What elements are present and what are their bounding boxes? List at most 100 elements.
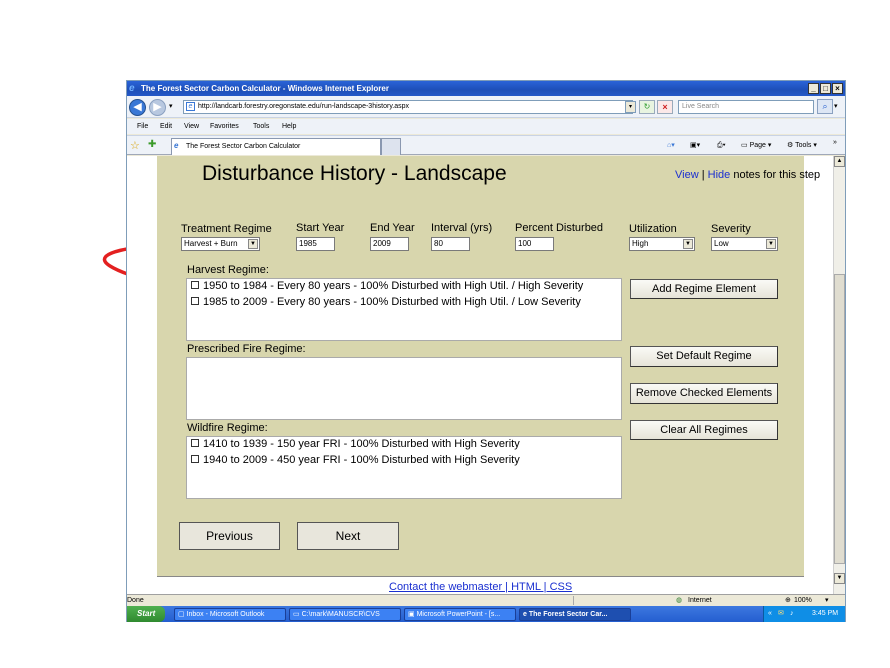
title-bar: The Forest Sector Carbon Calculator - Wi… (127, 81, 845, 96)
chevron-right-icon[interactable]: » (833, 136, 837, 150)
harvest-regime-list: 1950 to 1984 - Every 80 years - 100% Dis… (186, 278, 622, 341)
previous-button[interactable]: Previous (179, 522, 280, 550)
zoom-dropdown-icon[interactable]: ▾ (825, 595, 829, 606)
taskbar-item-ie[interactable]: e The Forest Sector Car... (519, 608, 631, 621)
scroll-thumb[interactable] (834, 274, 845, 564)
close-button[interactable]: × (832, 83, 843, 94)
notes-text: notes for this step (733, 169, 821, 181)
harvest-entry-text: 1950 to 1984 - Every 80 years - 100% Dis… (203, 280, 584, 292)
interval-input[interactable]: 80 (431, 237, 470, 251)
vertical-scrollbar[interactable]: ▲ ▼ (833, 156, 845, 594)
clock: 3:45 PM (812, 610, 839, 617)
search-icon[interactable]: ⌕ (817, 99, 833, 114)
add-favorite-icon[interactable]: ✚ (148, 139, 156, 150)
next-button[interactable]: Next (297, 522, 399, 550)
status-panels (573, 596, 673, 605)
refresh-icon[interactable]: ↻ (639, 100, 655, 114)
list-item: 1950 to 1984 - Every 80 years - 100% Dis… (191, 280, 583, 293)
print-icon[interactable]: ⎙▾ (717, 139, 726, 153)
checkbox[interactable] (191, 281, 199, 289)
wildfire-regime-list: 1410 to 1939 - 150 year FRI - 100% Distu… (186, 436, 622, 499)
list-item: 1940 to 2009 - 450 year FRI - 100% Distu… (191, 454, 520, 467)
menu-help[interactable]: Help (282, 119, 296, 134)
fire-regime-title: Prescribed Fire Regime: (187, 343, 306, 355)
address-dropdown-icon[interactable]: ▾ (625, 101, 636, 113)
zoom-level[interactable]: 100% (794, 595, 812, 606)
start-button[interactable]: Start (127, 606, 165, 622)
scroll-down-icon[interactable]: ▼ (834, 573, 845, 584)
set-default-regime-button[interactable]: Set Default Regime (630, 346, 778, 367)
severity-select[interactable]: Low ▼ (711, 237, 778, 251)
fire-regime-list (186, 357, 622, 420)
page-content: Disturbance History - Landscape View | H… (127, 156, 833, 594)
link-separator: | (701, 169, 705, 181)
page-icon: e (186, 102, 195, 111)
zoom-icon: ⊕ (785, 597, 791, 604)
status-text: Done (127, 597, 144, 604)
tray-speaker-icon[interactable]: ♪ (790, 606, 794, 622)
remove-checked-button[interactable]: Remove Checked Elements (630, 383, 778, 404)
chevron-down-icon: ▼ (248, 239, 258, 249)
new-tab-button[interactable] (381, 138, 401, 155)
menu-view[interactable]: View (184, 119, 199, 134)
start-year-input[interactable]: 1985 (296, 237, 335, 251)
search-input[interactable]: Live Search (678, 100, 814, 114)
tray-mail-icon[interactable]: ✉ (778, 606, 784, 622)
stop-icon[interactable]: × (657, 100, 673, 114)
percent-disturbed-input[interactable]: 100 (515, 237, 554, 251)
taskbar-item-powerpoint[interactable]: ▣ Microsoft PowerPoint - [s... (404, 608, 516, 621)
favorites-star-icon[interactable]: ☆ (130, 139, 140, 152)
severity-label: Severity (711, 223, 751, 235)
checkbox[interactable] (191, 297, 199, 305)
contact-webmaster-link[interactable]: Contact the webmaster | HTML | CSS (389, 581, 572, 593)
history-dropdown-icon[interactable]: ▾ (169, 102, 173, 110)
wildfire-regime-title: Wildfire Regime: (187, 422, 268, 434)
end-year-input[interactable]: 2009 (370, 237, 409, 251)
menu-tools[interactable]: Tools (253, 119, 269, 134)
form-panel: Disturbance History - Landscape View | H… (157, 156, 820, 576)
clear-all-regimes-button[interactable]: Clear All Regimes (630, 420, 778, 440)
checkbox[interactable] (191, 439, 199, 447)
tab-bar: ☆ ✚ The Forest Sector Carbon Calculator … (127, 135, 845, 155)
wildfire-entry-text: 1940 to 2009 - 450 year FRI - 100% Distu… (203, 454, 520, 466)
browser-window: The Forest Sector Carbon Calculator - Wi… (126, 80, 846, 622)
page-menu[interactable]: ▭ Page ▾ (741, 139, 771, 153)
tools-menu-label: Tools (795, 142, 812, 149)
checkbox[interactable] (191, 455, 199, 463)
menu-edit[interactable]: Edit (160, 119, 172, 134)
taskbar-item-label: Microsoft PowerPoint - [s... (416, 611, 501, 618)
back-icon[interactable]: ◀ (129, 99, 146, 116)
ie-logo-icon: e (129, 83, 135, 94)
address-url: http://landcarb.forestry.oregonstate.edu… (198, 103, 410, 110)
hide-notes-link[interactable]: Hide (708, 169, 731, 181)
interval-label: Interval (yrs) (431, 222, 493, 234)
utilization-value: High (632, 239, 649, 248)
search-options-icon[interactable]: ▾ (834, 102, 838, 110)
menu-favorites[interactable]: Favorites (210, 119, 239, 134)
security-zone: Internet (688, 597, 712, 604)
windows-taskbar: Start ▢ Inbox - Microsoft Outlook ▭ C:\m… (127, 606, 845, 622)
home-icon[interactable]: ⌂▾ (667, 139, 675, 153)
taskbar-item-folder[interactable]: ▭ C:\mark\MANUSCR\CVS (289, 608, 401, 621)
scroll-up-icon[interactable]: ▲ (834, 156, 845, 167)
address-input[interactable]: http://landcarb.forestry.oregonstate.edu… (183, 100, 633, 114)
tray-expand-icon[interactable]: « (768, 606, 772, 622)
end-year-label: End Year (370, 222, 415, 234)
feeds-icon[interactable]: ▣▾ (690, 139, 700, 153)
menu-file[interactable]: File (137, 119, 148, 134)
tab-forest-calculator[interactable]: The Forest Sector Carbon Calculator (171, 138, 381, 155)
maximize-button[interactable]: □ (820, 83, 831, 94)
utilization-select[interactable]: High ▼ (629, 237, 695, 251)
notes-toggle: View | Hide notes for this step (675, 169, 820, 181)
tools-menu[interactable]: ⚙ Tools ▾ (787, 139, 817, 153)
search-placeholder: Live Search (682, 103, 719, 110)
forward-icon[interactable]: ▶ (149, 99, 166, 116)
minimize-button[interactable]: _ (808, 83, 819, 94)
taskbar-item-outlook[interactable]: ▢ Inbox - Microsoft Outlook (174, 608, 286, 621)
address-toolbar: ◀ ▶ ▾ http://landcarb.forestry.oregonsta… (127, 96, 845, 118)
add-regime-element-button[interactable]: Add Regime Element (630, 279, 778, 299)
treatment-regime-select[interactable]: Harvest + Burn ▼ (181, 237, 260, 251)
chevron-down-icon: ▼ (683, 239, 693, 249)
view-notes-link[interactable]: View (675, 169, 699, 181)
start-label: Start (137, 609, 156, 618)
